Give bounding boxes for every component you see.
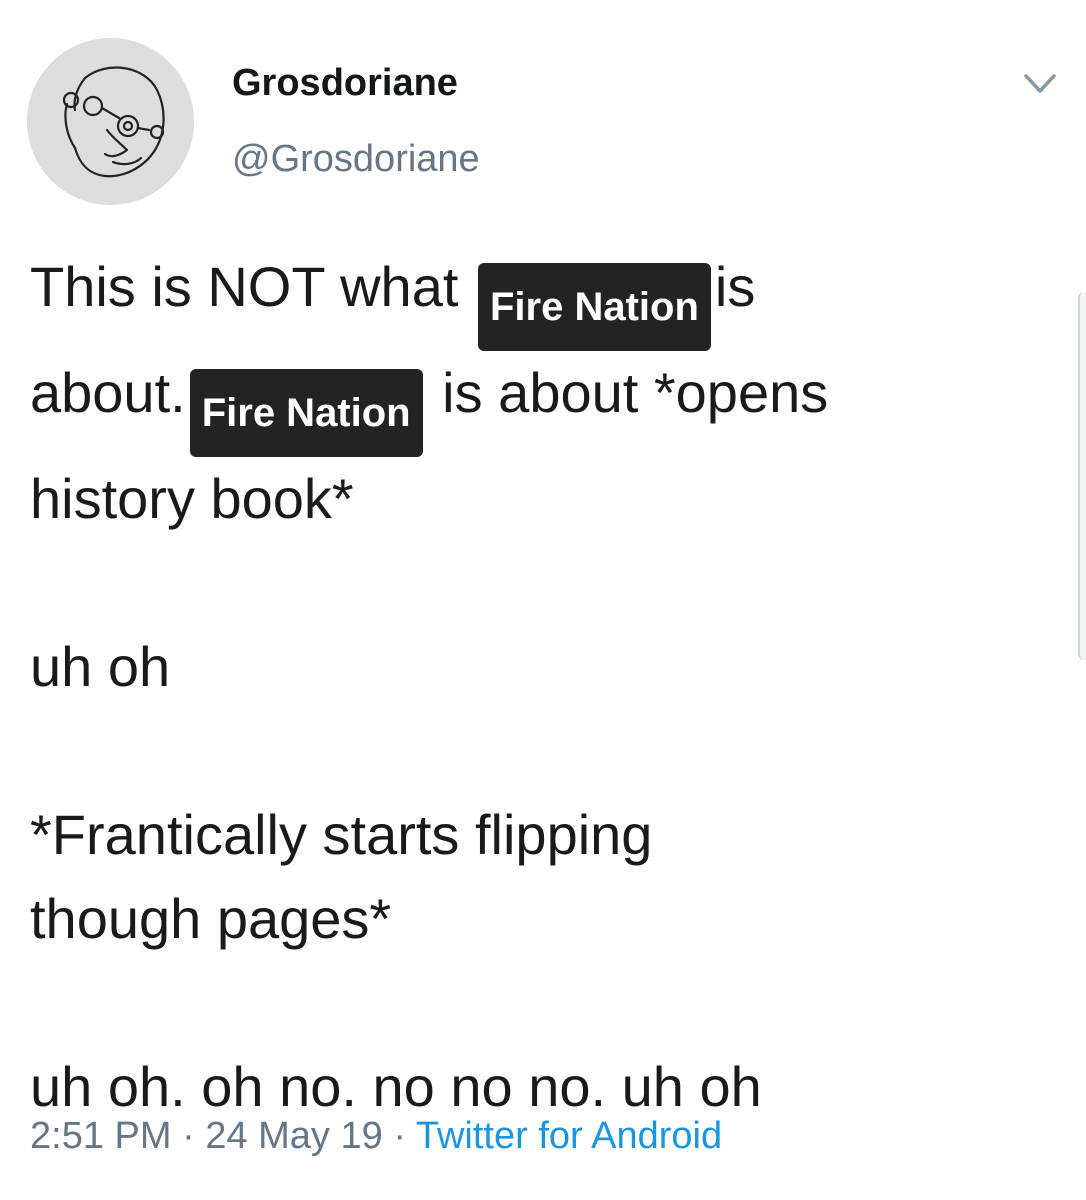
doodle-face-avatar-icon <box>27 38 194 205</box>
scrollbar[interactable] <box>1078 292 1086 660</box>
tweet-line: history book* <box>30 467 354 530</box>
tweet-line: about. Fire Nation is about *opens <box>30 351 1050 457</box>
censor-tag: Fire Nation <box>189 369 423 457</box>
tweet-text: This is NOT what Fire Nation is about. Fir… <box>30 245 1050 1129</box>
tweet-card: Grosdoriane @Grosdoriane This is NOT wha… <box>0 0 1086 1200</box>
display-name[interactable]: Grosdoriane <box>232 62 458 105</box>
tweet-line: This is NOT what Fire Nation is <box>30 245 1050 351</box>
user-handle[interactable]: @Grosdoriane <box>232 138 480 181</box>
censor-tag: Fire Nation <box>477 263 711 351</box>
separator: · <box>182 1115 195 1157</box>
separator: · <box>393 1115 406 1157</box>
tweet-text-segment: is <box>714 255 756 318</box>
tweet-time[interactable]: 2:51 PM <box>30 1115 172 1157</box>
avatar[interactable] <box>27 38 194 205</box>
tweet-text-segment: is about *opens <box>442 361 829 424</box>
tweet-metadata: 2:51 PM · 24 May 19 · Twitter for Androi… <box>30 1115 722 1158</box>
tweet-text-segment: about. <box>30 361 186 424</box>
tweet-date[interactable]: 24 May 19 <box>205 1115 382 1157</box>
tweet-text-segment: This is NOT what <box>30 255 459 318</box>
tweet-line: uh oh <box>30 635 171 698</box>
tweet-line: *Frantically starts flipping <box>30 803 653 866</box>
chevron-down-icon[interactable] <box>1022 70 1058 98</box>
tweet-source-link[interactable]: Twitter for Android <box>416 1115 722 1157</box>
tweet-line: though pages* <box>30 887 392 950</box>
